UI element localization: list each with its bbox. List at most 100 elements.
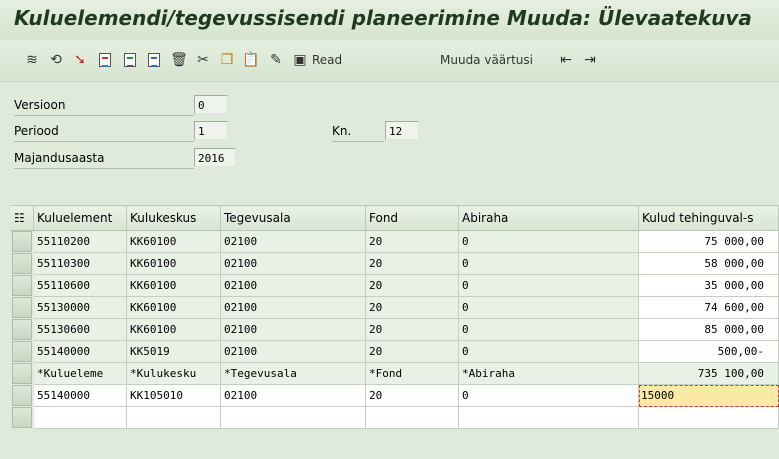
empty-cell[interactable] xyxy=(639,407,779,429)
cost-amount-cell[interactable]: 58 000,00 xyxy=(639,253,779,275)
grant-cell[interactable]: 0 xyxy=(459,253,639,275)
empty-cell[interactable] xyxy=(34,407,127,429)
functional-area-cell[interactable]: 02100 xyxy=(221,253,366,275)
doc-icon[interactable] xyxy=(95,50,115,70)
column-header[interactable]: Abiraha xyxy=(459,206,639,230)
sum-cell: *Abiraha xyxy=(459,363,639,385)
column-header[interactable]: Kuluelement xyxy=(34,206,127,230)
table-row: 55130000 KK60100 02100 20 0 74 600,00 xyxy=(10,297,779,319)
row-selector[interactable] xyxy=(12,319,32,340)
cost-center-input[interactable]: KK105010 xyxy=(127,385,221,407)
total-amount-cell: 735 100,00 xyxy=(639,363,779,385)
kn-field[interactable]: 12 xyxy=(385,121,419,140)
cost-center-cell[interactable]: KK60100 xyxy=(127,297,221,319)
grant-cell[interactable]: 0 xyxy=(459,341,639,363)
row-selector[interactable] xyxy=(12,275,32,296)
fund-cell[interactable]: 20 xyxy=(366,275,459,297)
cost-element-cell[interactable]: 55140000 xyxy=(34,341,127,363)
row-selector[interactable] xyxy=(12,297,32,318)
paste-icon[interactable]: 📋 xyxy=(241,50,261,70)
sum-row: *Kulueleme *Kulukesku *Tegevusala *Fond … xyxy=(10,363,779,385)
change-values-button[interactable]: Muuda väärtusi xyxy=(440,50,533,70)
cost-element-cell[interactable]: 55130000 xyxy=(34,297,127,319)
column-settings-icon[interactable]: ☷ xyxy=(10,206,34,230)
row-selector[interactable] xyxy=(12,407,32,428)
cost-amount-input[interactable]: 15000 xyxy=(639,385,779,407)
functional-area-cell[interactable]: 02100 xyxy=(221,319,366,341)
cost-amount-cell[interactable]: 500,00- xyxy=(639,341,779,363)
cost-element-cell[interactable]: 55130600 xyxy=(34,319,127,341)
sum-cell: *Tegevusala xyxy=(221,363,366,385)
fund-cell[interactable]: 20 xyxy=(366,231,459,253)
empty-cell[interactable] xyxy=(366,407,459,429)
table-row: 55130600 KK60100 02100 20 0 85 000,00 xyxy=(10,319,779,341)
cost-element-cell[interactable]: 55110200 xyxy=(34,231,127,253)
header-form: Versioon 0 Periood 1 Kn. 12 Majandusaast… xyxy=(0,82,779,202)
cost-element-input[interactable]: 55140000 xyxy=(34,385,127,407)
table-row: 55110300 KK60100 02100 20 0 58 000,00 xyxy=(10,253,779,275)
column-header[interactable]: Kulukeskus xyxy=(127,206,221,230)
select-icon[interactable]: ➘ xyxy=(70,50,90,70)
overview-icon[interactable]: ≋ xyxy=(22,50,42,70)
empty-cell[interactable] xyxy=(459,407,639,429)
row-selector[interactable] xyxy=(12,341,32,362)
cost-amount-cell[interactable]: 35 000,00 xyxy=(639,275,779,297)
grant-input[interactable]: 0 xyxy=(459,385,639,407)
column-header[interactable]: Kulud tehinguval-s xyxy=(639,206,779,230)
table-row: 55140000 KK5019 02100 20 0 500,00- xyxy=(10,341,779,363)
prev-page-icon[interactable]: ⇤ xyxy=(556,50,576,70)
cost-center-cell[interactable]: KK60100 xyxy=(127,231,221,253)
cost-element-cell[interactable]: 55110600 xyxy=(34,275,127,297)
cost-amount-cell[interactable]: 75 000,00 xyxy=(639,231,779,253)
fund-cell[interactable]: 20 xyxy=(366,253,459,275)
doc-green-icon[interactable] xyxy=(120,50,140,70)
read-button[interactable]: Read xyxy=(312,50,342,70)
cost-amount-cell[interactable]: 74 600,00 xyxy=(639,297,779,319)
fund-cell[interactable]: 20 xyxy=(366,341,459,363)
copy-icon[interactable]: ❐ xyxy=(217,50,237,70)
cost-center-cell[interactable]: KK60100 xyxy=(127,253,221,275)
functional-area-cell[interactable]: 02100 xyxy=(221,297,366,319)
column-header[interactable]: Fond xyxy=(366,206,459,230)
kn-label: Kn. xyxy=(332,124,352,138)
functional-area-input[interactable]: 02100 xyxy=(221,385,366,407)
functional-area-cell[interactable]: 02100 xyxy=(221,275,366,297)
cut-icon[interactable]: ✂ xyxy=(193,50,213,70)
other-plan-icon[interactable]: ⟲ xyxy=(46,50,66,70)
table-header: ☷ Kuluelement Kulukeskus Tegevusala Fond… xyxy=(10,205,779,231)
grant-cell[interactable]: 0 xyxy=(459,319,639,341)
fiscal-year-field[interactable]: 2016 xyxy=(194,148,236,167)
version-field[interactable]: 0 xyxy=(194,95,228,114)
planning-table: ☷ Kuluelement Kulukeskus Tegevusala Fond… xyxy=(10,205,779,459)
cost-element-cell[interactable]: 55110300 xyxy=(34,253,127,275)
fund-cell[interactable]: 20 xyxy=(366,297,459,319)
application-toolbar: ≋ ⟲ ➘ 🗑 ✂ ❐ 📋 ✎ ▣ Read Muuda väärtusi ⇤ … xyxy=(0,40,779,82)
grant-cell[interactable]: 0 xyxy=(459,297,639,319)
row-selector[interactable] xyxy=(12,253,32,274)
cost-center-cell[interactable]: KK60100 xyxy=(127,319,221,341)
doc-blue-icon[interactable] xyxy=(144,50,164,70)
empty-cell[interactable] xyxy=(127,407,221,429)
read-icon[interactable]: ▣ xyxy=(290,50,310,70)
column-header[interactable]: Tegevusala xyxy=(221,206,366,230)
delete-icon[interactable]: 🗑 xyxy=(169,50,189,70)
sum-cell: *Fond xyxy=(366,363,459,385)
row-selector[interactable] xyxy=(12,385,32,406)
grant-cell[interactable]: 0 xyxy=(459,275,639,297)
functional-area-cell[interactable]: 02100 xyxy=(221,341,366,363)
table-row: 55110600 KK60100 02100 20 0 35 000,00 xyxy=(10,275,779,297)
fund-input[interactable]: 20 xyxy=(366,385,459,407)
functional-area-cell[interactable]: 02100 xyxy=(221,231,366,253)
edit-icon[interactable]: ✎ xyxy=(266,50,286,70)
period-field[interactable]: 1 xyxy=(194,121,228,140)
next-page-icon[interactable]: ⇥ xyxy=(580,50,600,70)
cost-amount-cell[interactable]: 85 000,00 xyxy=(639,319,779,341)
fund-cell[interactable]: 20 xyxy=(366,319,459,341)
row-selector[interactable] xyxy=(12,231,32,252)
cost-center-cell[interactable]: KK60100 xyxy=(127,275,221,297)
cost-center-cell[interactable]: KK5019 xyxy=(127,341,221,363)
title-bar: Kuluelemendi/tegevussisendi planeerimine… xyxy=(0,0,779,40)
grant-cell[interactable]: 0 xyxy=(459,231,639,253)
row-selector[interactable] xyxy=(12,363,32,384)
empty-cell[interactable] xyxy=(221,407,366,429)
